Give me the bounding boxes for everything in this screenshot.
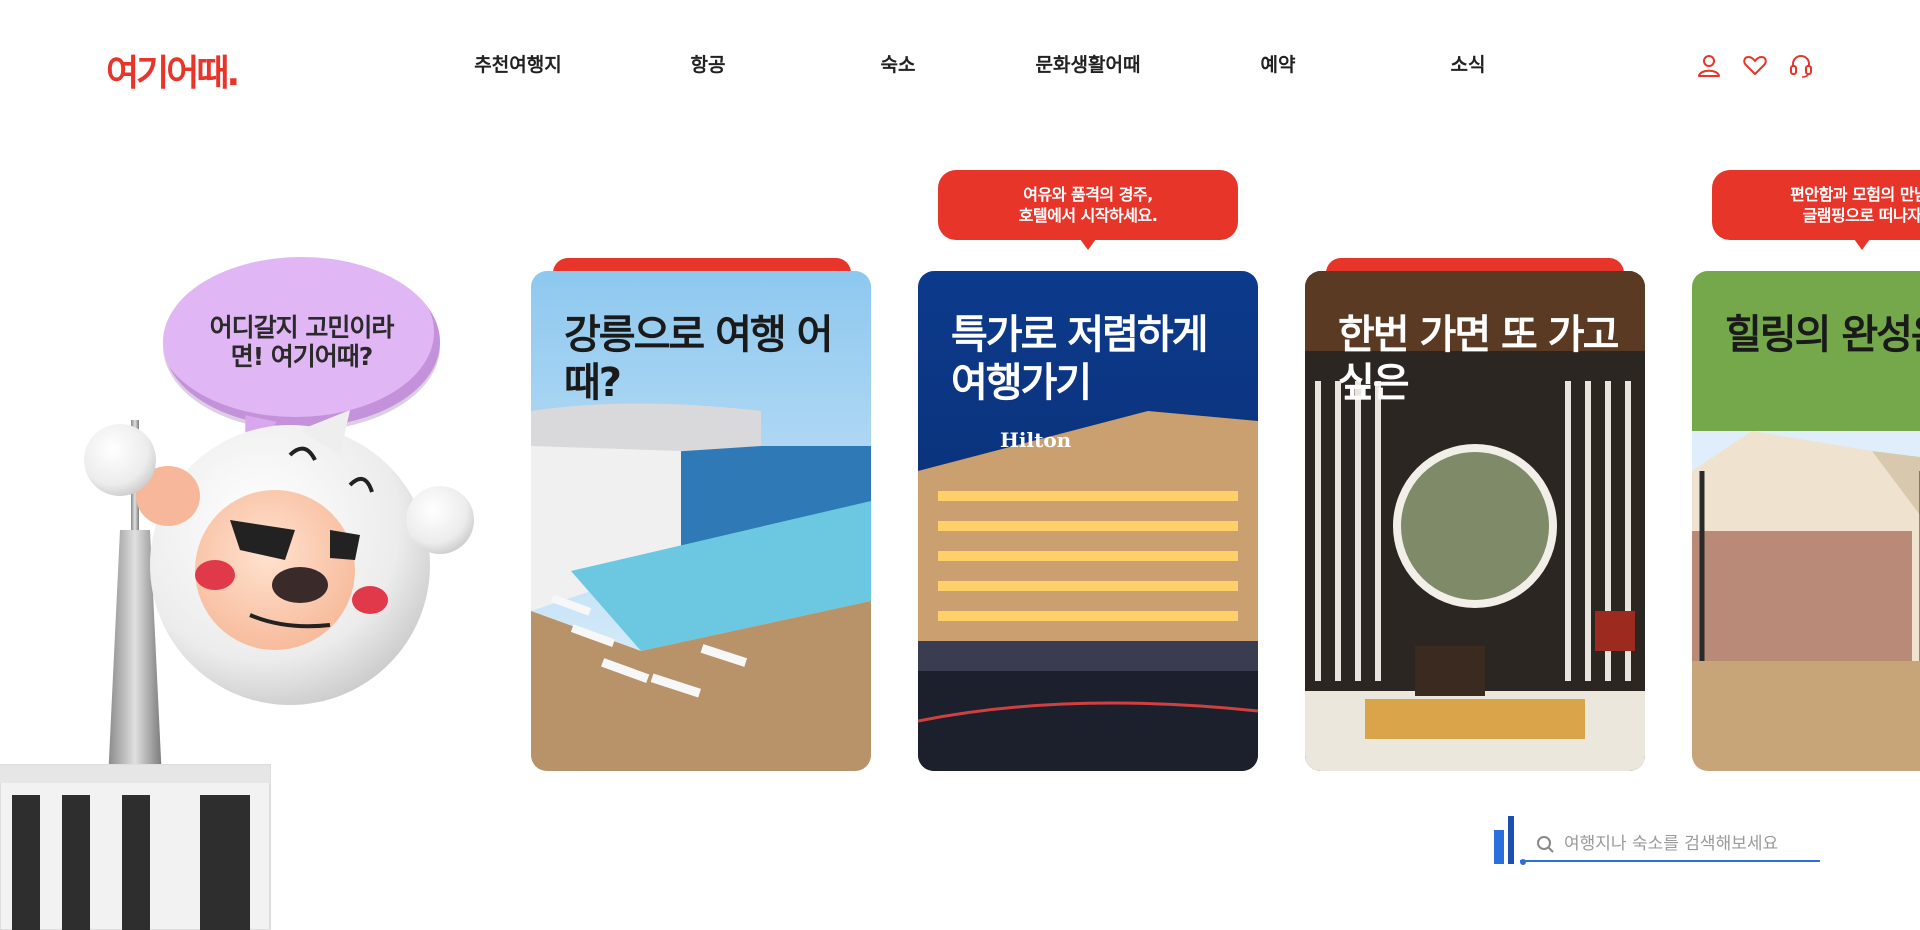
header-icons — [1696, 52, 1814, 78]
card-bubble-4: 편안함과 모험의 만남, 글램핑으로 떠나자 — [1712, 170, 1920, 250]
card-bubble-2: 여유와 품격의 경주, 호텔에서 시작하세요. — [938, 170, 1238, 250]
nav-item-flights[interactable]: 항공 — [691, 50, 726, 77]
card-gangneung[interactable]: 강릉으로 여행 어때? — [531, 271, 871, 771]
nav-item-stays[interactable]: 숙소 — [881, 50, 916, 77]
card-revisit[interactable]: 한번 가면 또 가고 싶은 — [1305, 271, 1645, 771]
search-input[interactable] — [1564, 834, 1814, 854]
headset-icon[interactable] — [1788, 52, 1814, 78]
nav-item-reservation[interactable]: 예약 — [1261, 50, 1296, 77]
speech-text: 어디갈지 고민이라면! 여기어때? — [209, 313, 395, 371]
card-discount[interactable]: Hilton 특가로 저렴하게 여행가기 — [918, 271, 1258, 771]
nav-item-culture[interactable]: 문화생활어때 — [1036, 50, 1141, 77]
main-nav: 추천여행지 항공 숙소 문화생활어때 예약 소식 — [0, 50, 1920, 80]
bubble-text: 편안함과 모험의 만남, 글램핑으로 떠나자 — [1790, 185, 1920, 225]
card-healing[interactable]: 힐링의 완성은? — [1692, 271, 1920, 771]
page: 여기어때. 추천여행지 항공 숙소 문화생활어때 예약 소식 어디갈지 고민이라… — [0, 0, 1920, 930]
user-icon[interactable] — [1696, 52, 1722, 78]
hotel-sign: Hilton — [1000, 428, 1072, 452]
nav-item-news[interactable]: 소식 — [1451, 50, 1486, 77]
heart-icon[interactable] — [1742, 52, 1768, 78]
card-title: 강릉으로 여행 어때? — [564, 312, 833, 406]
search-icon — [1537, 836, 1554, 853]
mascot-illustration — [0, 410, 474, 930]
nav-item-recommended[interactable]: 추천여행지 — [474, 50, 561, 77]
card-title: 특가로 저렴하게 여행가기 — [951, 312, 1209, 406]
bubble-text: 여유와 품격의 경주, 호텔에서 시작하세요. — [1018, 185, 1158, 225]
card-title: 한번 가면 또 가고 싶은 — [1338, 312, 1619, 406]
card-title: 힐링의 완성은? — [1725, 312, 1920, 358]
search-bar — [1520, 828, 1820, 862]
